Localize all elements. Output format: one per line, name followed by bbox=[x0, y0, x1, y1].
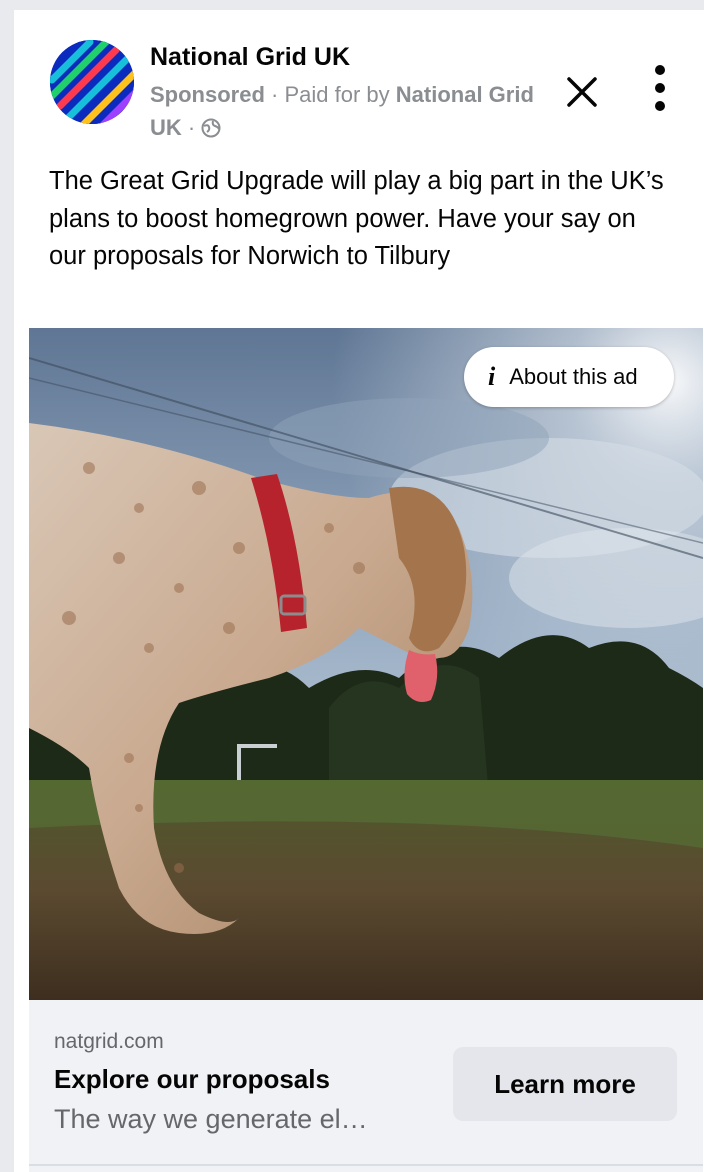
card-divider bbox=[29, 1164, 703, 1166]
dog-photo-image bbox=[29, 328, 703, 1000]
sponsored-label[interactable]: Sponsored bbox=[150, 82, 265, 107]
globe-icon bbox=[201, 114, 221, 147]
link-description: The way we generate el… bbox=[54, 1104, 368, 1134]
paid-for-prefix: Paid for by bbox=[284, 82, 390, 107]
info-icon: i bbox=[488, 362, 496, 391]
link-preview[interactable]: natgrid.com Explore our proposals The wa… bbox=[29, 1000, 703, 1172]
ad-image[interactable] bbox=[29, 328, 703, 1000]
meta-separator: · bbox=[271, 82, 279, 107]
close-icon bbox=[567, 77, 597, 107]
link-headline[interactable]: Explore our proposals bbox=[54, 1064, 330, 1095]
meta-separator: · bbox=[187, 115, 196, 140]
post-body-text: The Great Grid Upgrade will play a big p… bbox=[49, 167, 664, 270]
post-meta: Sponsored · Paid for by National Grid UK… bbox=[150, 78, 550, 147]
page-name[interactable]: National Grid UK bbox=[150, 43, 350, 72]
more-vertical-icon bbox=[655, 65, 665, 111]
page-avatar[interactable] bbox=[50, 40, 134, 124]
national-grid-logo-icon bbox=[50, 40, 134, 124]
more-options-button[interactable] bbox=[640, 58, 680, 118]
about-this-ad-button[interactable]: i About this ad bbox=[464, 347, 674, 407]
learn-more-button[interactable]: Learn more bbox=[453, 1047, 677, 1121]
about-this-ad-label: About this ad bbox=[509, 364, 638, 389]
close-button[interactable] bbox=[560, 70, 604, 114]
link-domain: natgrid.com bbox=[54, 1030, 164, 1053]
